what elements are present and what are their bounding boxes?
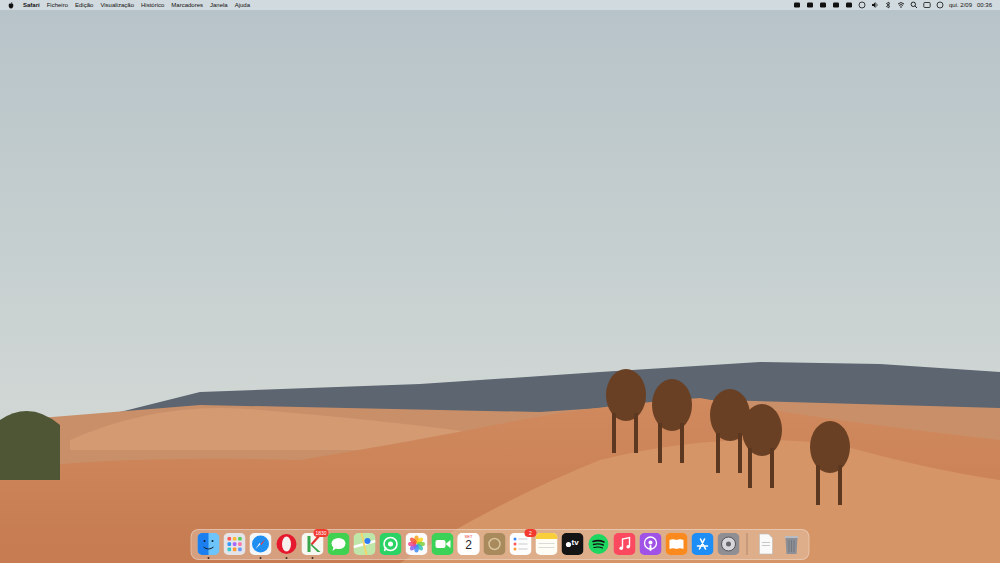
dock-separator xyxy=(747,533,748,555)
messages-icon xyxy=(328,533,350,555)
bluetooth-icon[interactable] xyxy=(884,1,892,9)
dock-item[interactable] xyxy=(781,533,803,555)
running-dot xyxy=(260,557,262,559)
shield-icon[interactable] xyxy=(806,1,814,9)
dock-item[interactable] xyxy=(614,533,636,555)
dock-item[interactable] xyxy=(484,533,506,555)
dock-item[interactable] xyxy=(718,533,740,555)
desktop: Safari Ficheiro Edição Visualização Históri… xyxy=(0,0,1000,563)
dock-item[interactable]: SET 2 xyxy=(458,533,480,555)
display-icon[interactable] xyxy=(845,1,853,9)
brownapp-icon xyxy=(484,533,506,555)
search-icon[interactable] xyxy=(910,1,918,9)
calendar-day: 2 xyxy=(465,539,472,551)
menu-item[interactable]: Janela xyxy=(210,0,228,10)
settings-icon xyxy=(718,533,740,555)
running-dot xyxy=(286,557,288,559)
dock-item[interactable] xyxy=(354,533,376,555)
menu-item[interactable]: Ficheiro xyxy=(47,0,68,10)
calendar-icon: SET 2 xyxy=(458,533,480,555)
dock-item[interactable] xyxy=(692,533,714,555)
spotify-icon xyxy=(588,533,610,555)
dock-item[interactable] xyxy=(380,533,402,555)
menu-app-name[interactable]: Safari xyxy=(23,0,40,10)
dropbox-icon[interactable] xyxy=(793,1,801,9)
facetime-icon xyxy=(432,533,454,555)
launchpad-icon xyxy=(224,533,246,555)
dock-item[interactable]: 2 xyxy=(510,533,532,555)
opera-icon xyxy=(276,533,298,555)
badge: 1830 xyxy=(313,529,328,537)
appstore-icon xyxy=(692,533,714,555)
dock-item[interactable] xyxy=(224,533,246,555)
document-icon xyxy=(755,533,777,555)
dock: 1830 SET 2 2 tv xyxy=(191,529,810,560)
dock-item[interactable] xyxy=(666,533,688,555)
whatsapp-icon xyxy=(380,533,402,555)
dock-item[interactable] xyxy=(640,533,662,555)
wifi-icon[interactable] xyxy=(897,1,905,9)
dock-item[interactable] xyxy=(755,533,777,555)
menu-item[interactable]: Visualização xyxy=(100,0,134,10)
wallpaper xyxy=(0,0,1000,563)
menu-item[interactable]: Histórico xyxy=(141,0,164,10)
safari-icon xyxy=(250,533,272,555)
apple-icon[interactable] xyxy=(8,2,14,9)
cloud-icon[interactable] xyxy=(819,1,827,9)
dock-item[interactable]: 1830 xyxy=(302,533,324,555)
photos-icon xyxy=(406,533,428,555)
menu-bar: Safari Ficheiro Edição Visualização Históri… xyxy=(0,0,1000,10)
dock-item[interactable] xyxy=(198,533,220,555)
dock-item[interactable] xyxy=(588,533,610,555)
dock-item[interactable] xyxy=(536,533,558,555)
dock-item[interactable] xyxy=(250,533,272,555)
music-icon xyxy=(614,533,636,555)
menu-item[interactable]: Ajuda xyxy=(235,0,250,10)
tv-label: tv xyxy=(572,539,579,547)
finder-icon xyxy=(198,533,220,555)
podcasts-icon xyxy=(640,533,662,555)
dock-item[interactable] xyxy=(328,533,350,555)
volume-icon[interactable] xyxy=(871,1,879,9)
menu-item[interactable]: Marcadores xyxy=(171,0,203,10)
menu-time[interactable]: 00:36 xyxy=(977,0,992,10)
record-icon[interactable] xyxy=(858,1,866,9)
dock-item[interactable] xyxy=(432,533,454,555)
menu-item[interactable]: Edição xyxy=(75,0,93,10)
badge: 2 xyxy=(525,529,537,537)
trash-icon xyxy=(781,533,803,555)
dock-item[interactable] xyxy=(406,533,428,555)
dock-item[interactable] xyxy=(276,533,298,555)
control-center-icon[interactable] xyxy=(923,1,931,9)
running-dot xyxy=(312,557,314,559)
notes-icon xyxy=(536,533,558,555)
chat-icon[interactable] xyxy=(832,1,840,9)
running-dot xyxy=(208,557,210,559)
books-icon xyxy=(666,533,688,555)
maps-icon xyxy=(354,533,376,555)
dock-item[interactable]: tv xyxy=(562,533,584,555)
menu-date[interactable]: qui. 2/09 xyxy=(949,0,972,10)
siri-icon[interactable] xyxy=(936,1,944,9)
